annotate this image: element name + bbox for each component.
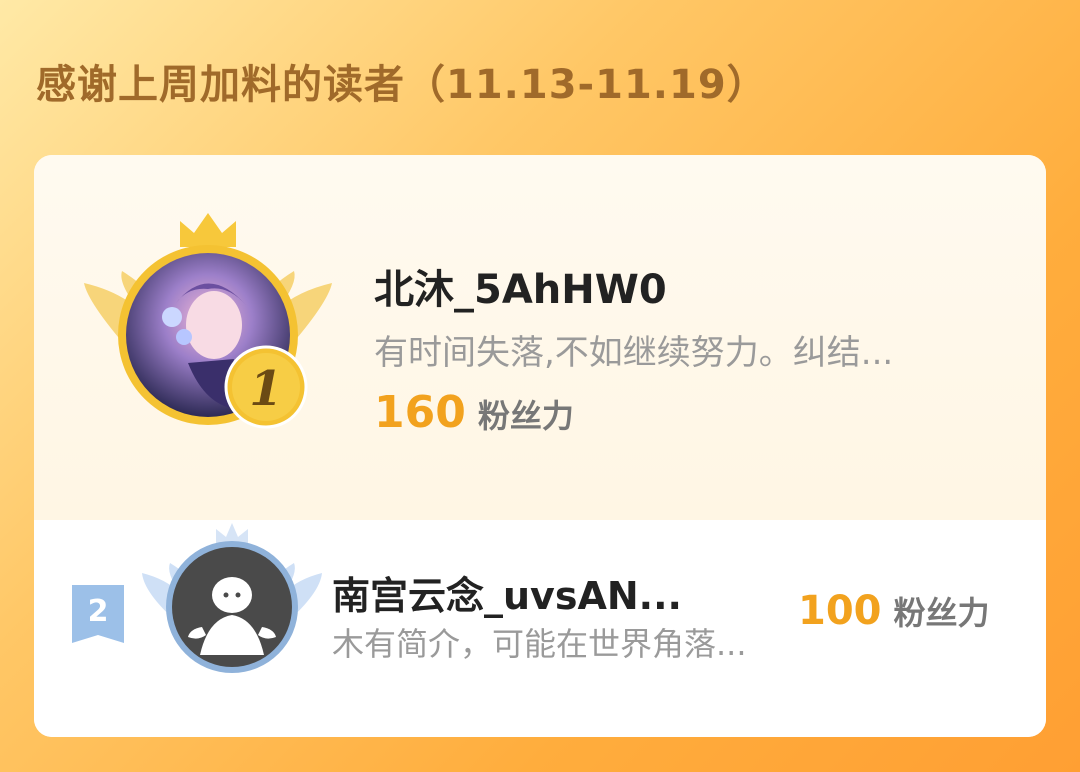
reader-bio: 木有简介，可能在世界角落... — [332, 625, 747, 663]
fan-power-value: 160 — [374, 387, 466, 438]
reader-avatar-1[interactable]: 1 — [78, 213, 338, 453]
crown-icon — [180, 213, 236, 247]
rank-number: 1 — [249, 361, 282, 417]
fan-power-label: 粉丝力 — [893, 594, 990, 632]
reader-name[interactable]: 南宫云念_uvsAN... — [332, 565, 682, 620]
reader-name[interactable]: 北沐_5AhHW0 — [374, 257, 667, 315]
fan-power-value: 100 — [798, 588, 882, 634]
fan-power: 160 粉丝力 — [374, 387, 574, 438]
fan-power-label: 粉丝力 — [477, 397, 574, 435]
rank-number: 2 — [88, 594, 109, 629]
rank-badge-2: 2 — [72, 585, 124, 643]
reader-ranking-card: 1 北沐_5AhHW0 有时间失落,不如继续努力。纠结... 160 粉丝力 2 — [34, 155, 1046, 737]
page-title: 感谢上周加料的读者（11.13-11.19） — [36, 62, 768, 108]
fan-power: 100 粉丝力 — [798, 588, 990, 634]
top-reader-row[interactable]: 1 北沐_5AhHW0 有时间失落,不如继续努力。纠结... 160 粉丝力 — [34, 155, 1046, 520]
reader-avatar-2[interactable] — [142, 523, 322, 683]
reader-bio: 有时间失落,不如继续努力。纠结... — [374, 333, 894, 373]
rank-medal-icon: 1 — [224, 345, 308, 429]
